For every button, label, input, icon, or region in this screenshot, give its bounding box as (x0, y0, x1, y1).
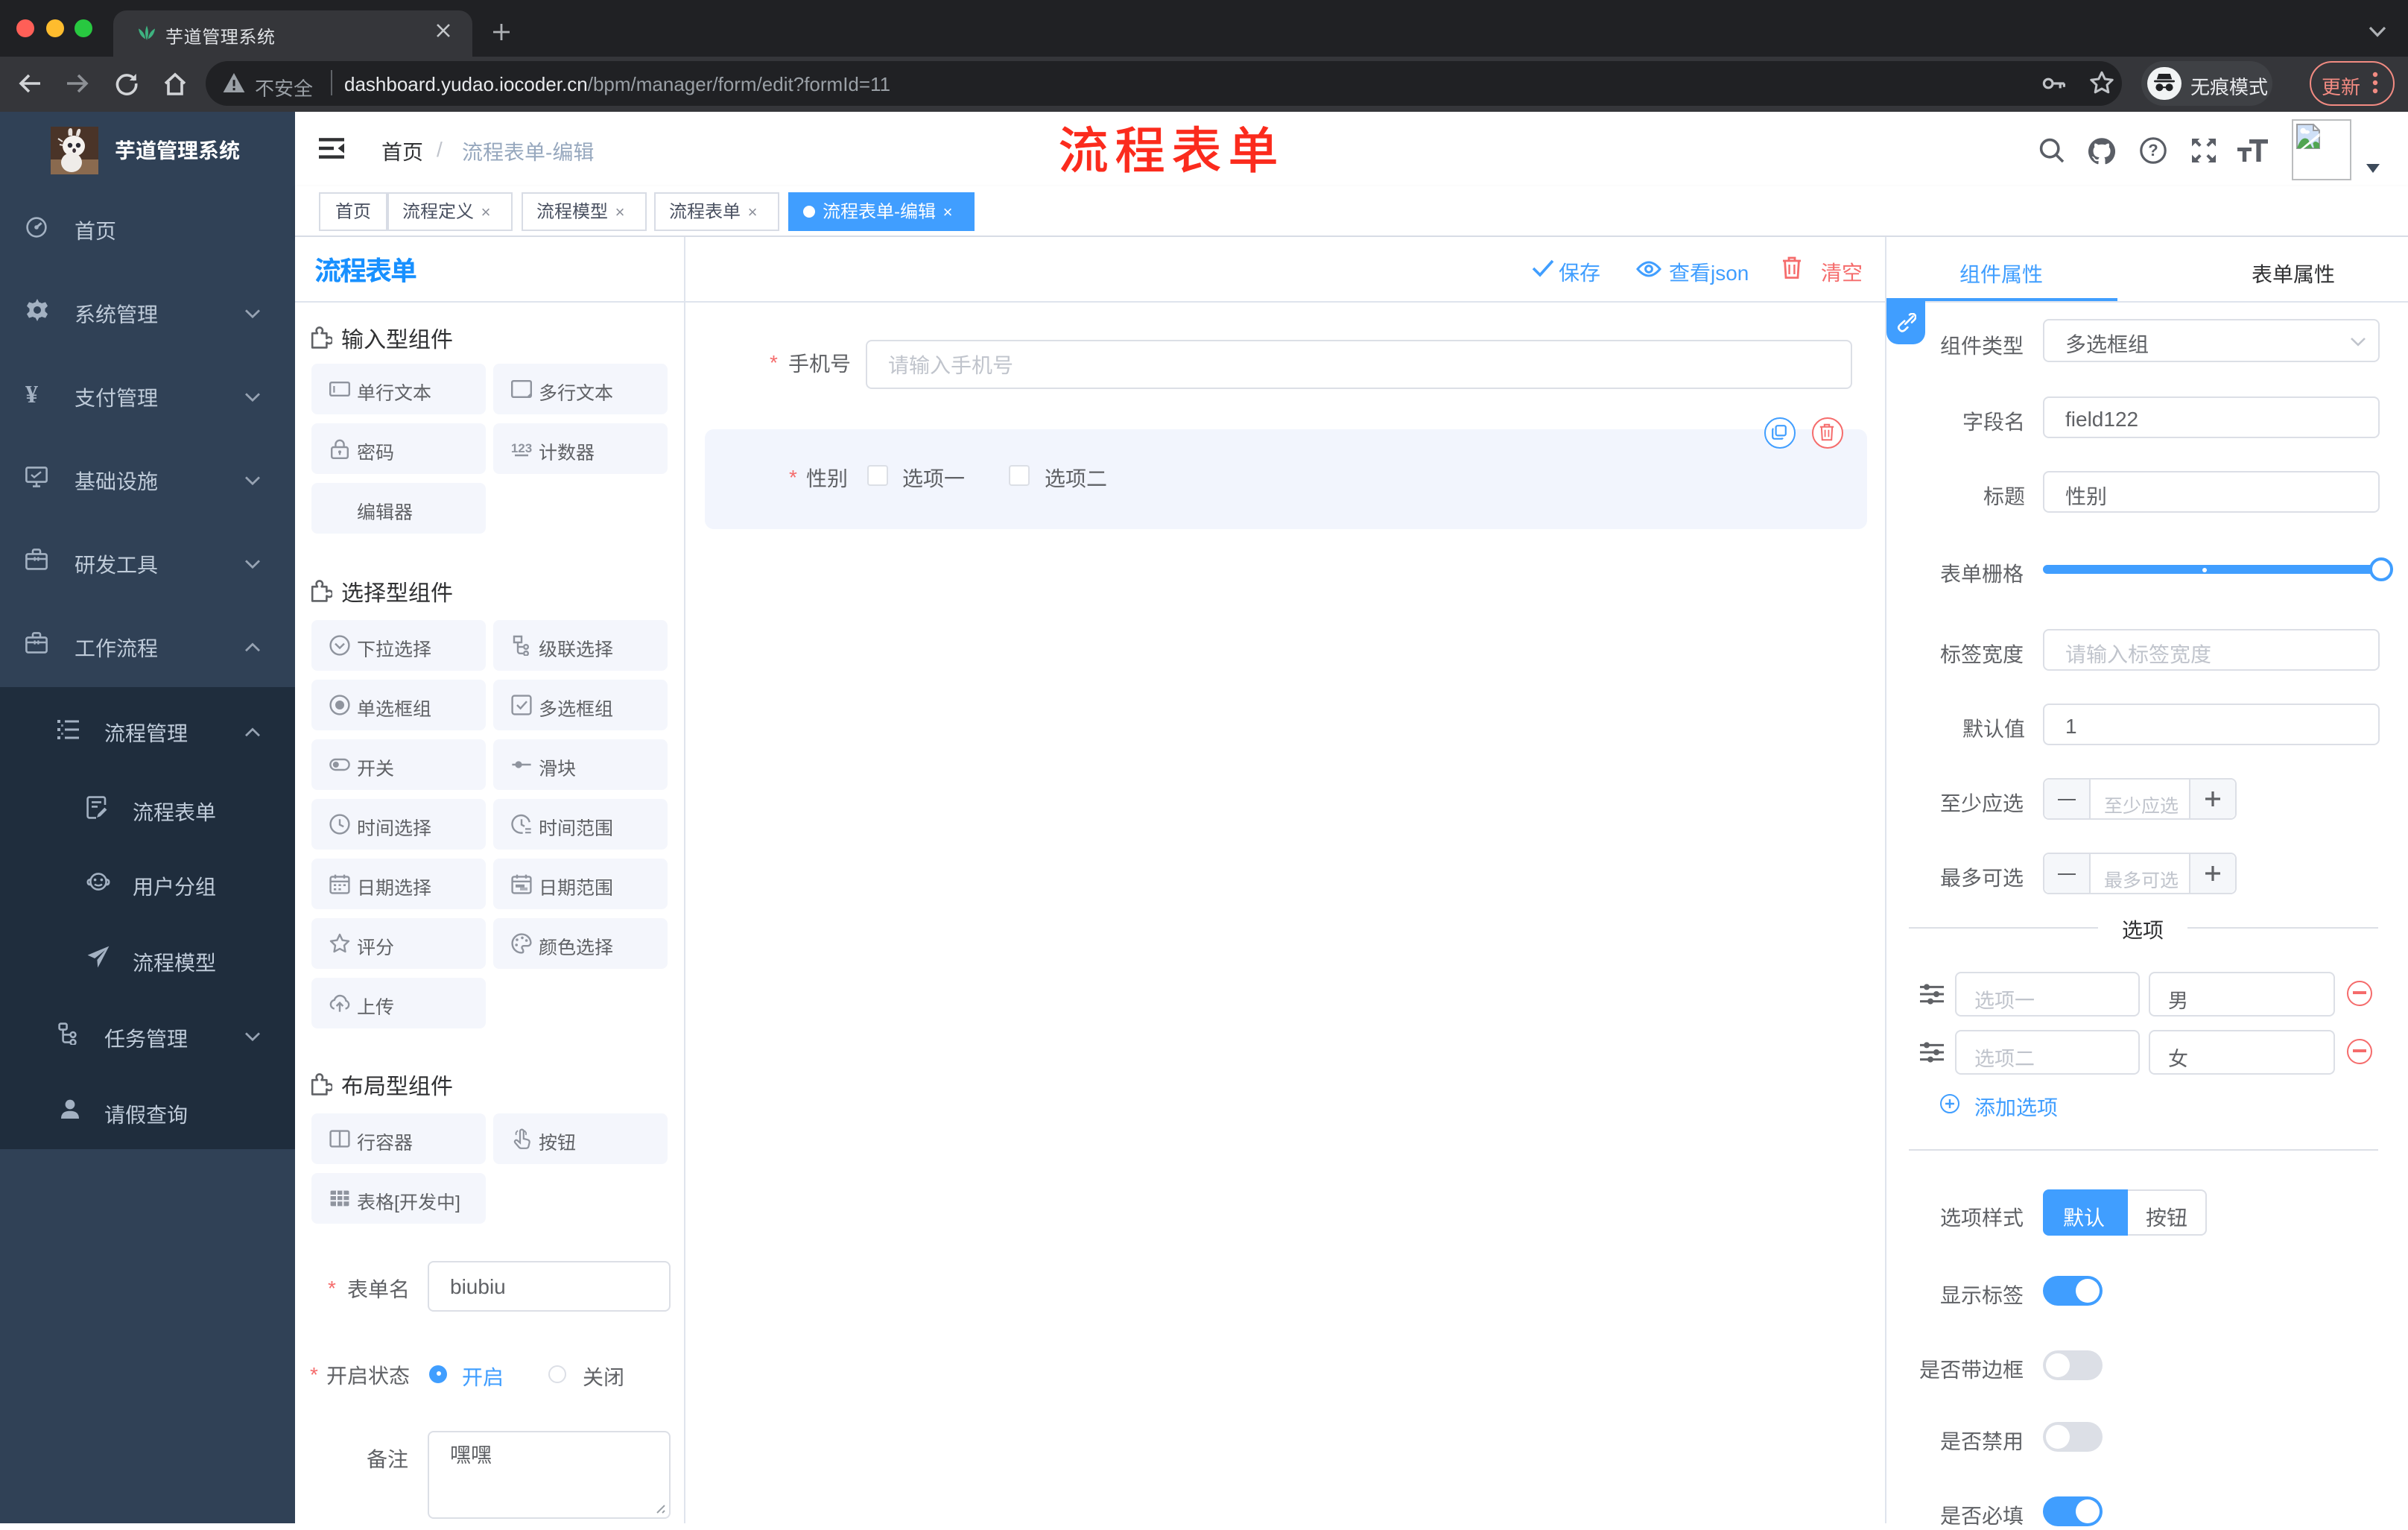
svg-text:123: 123 (510, 441, 531, 455)
svg-text:?: ? (2148, 141, 2158, 159)
